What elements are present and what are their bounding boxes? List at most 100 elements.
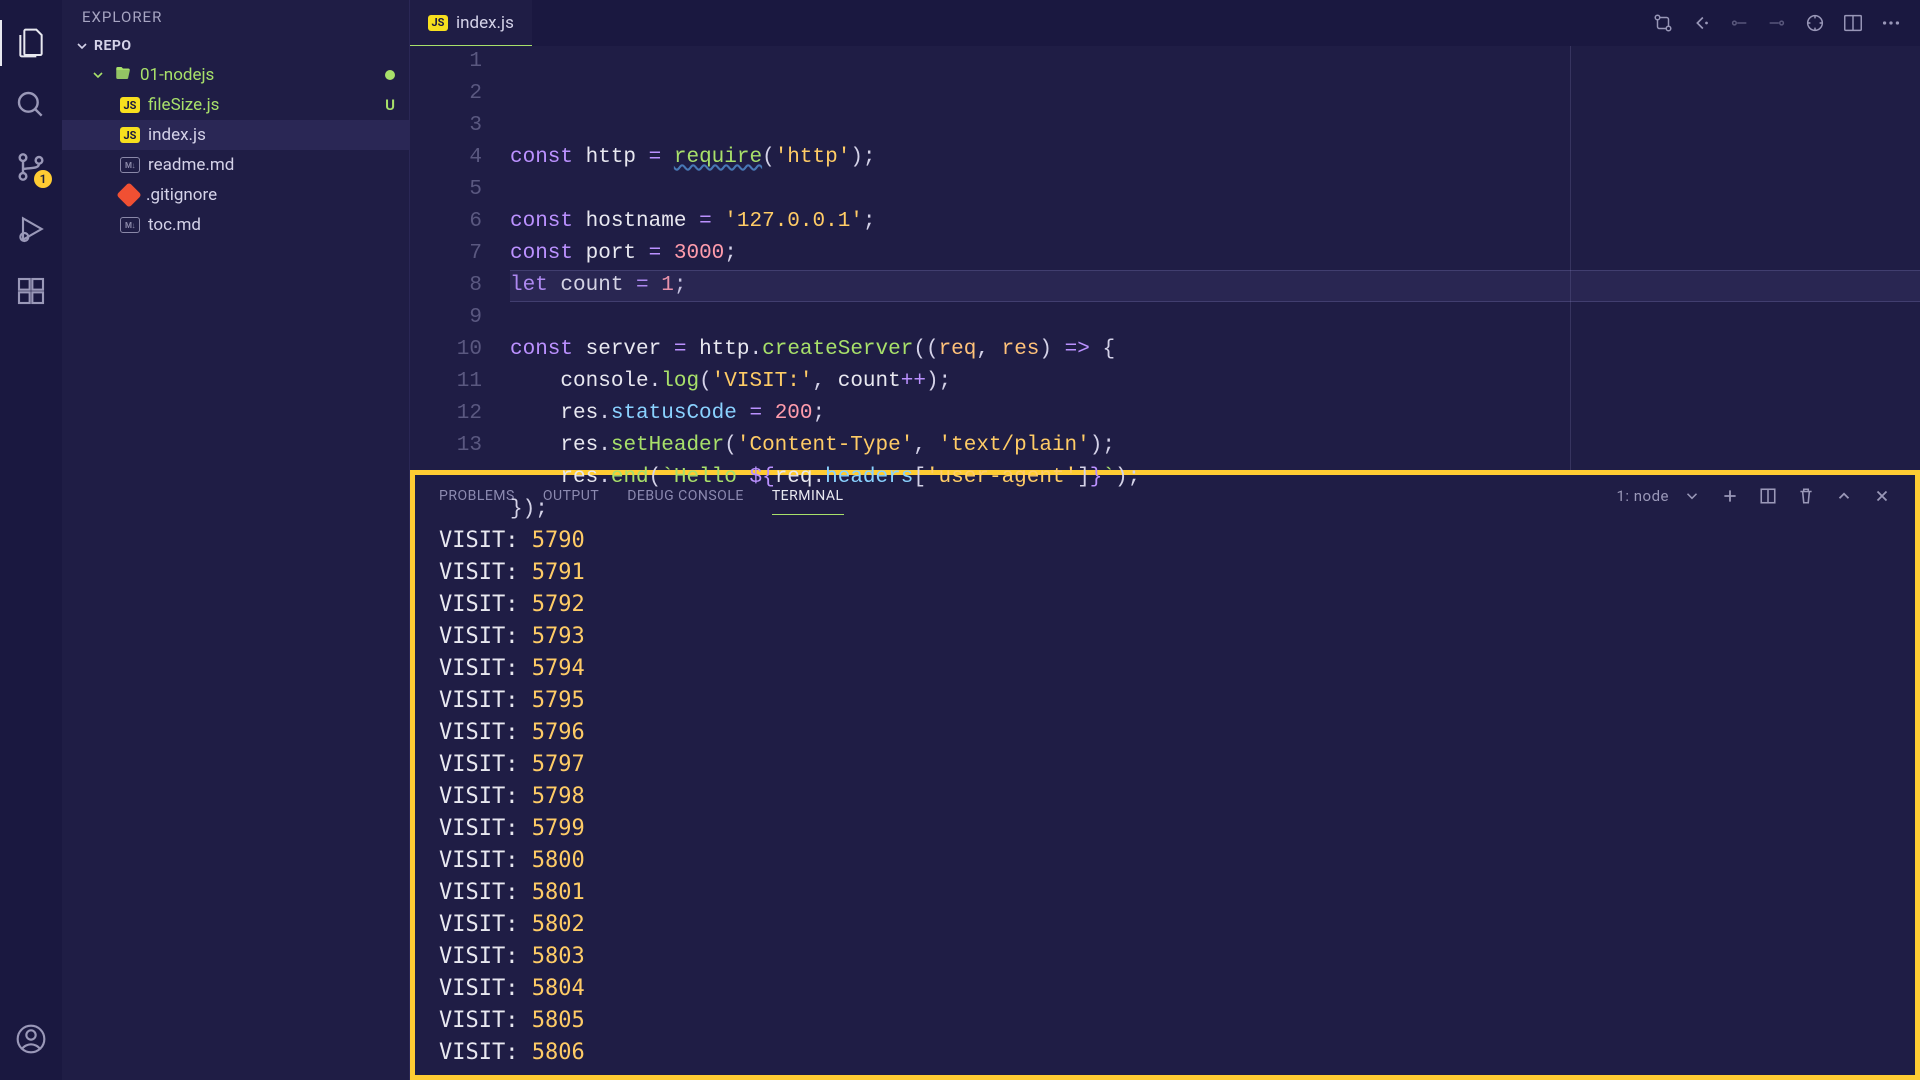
editor-tabs: JS index.js xyxy=(410,0,1920,46)
terminal-line: VISIT: 5800 xyxy=(439,845,1891,877)
line-number: 11 xyxy=(410,366,482,398)
modified-dot-icon xyxy=(385,70,395,80)
md-file-icon: M↓ xyxy=(120,157,140,173)
terminal-output[interactable]: VISIT: 5790VISIT: 5791VISIT: 5792VISIT: … xyxy=(415,517,1915,1075)
line-number: 7 xyxy=(410,238,482,270)
extensions-icon xyxy=(15,275,47,307)
terminal-line: VISIT: 5792 xyxy=(439,589,1891,621)
terminal-line: VISIT: 5805 xyxy=(439,1005,1891,1037)
activity-accounts[interactable] xyxy=(0,1008,62,1070)
scm-badge: 1 xyxy=(34,170,52,188)
activity-search[interactable] xyxy=(0,74,62,136)
line-number: 9 xyxy=(410,302,482,334)
go-back-icon[interactable] xyxy=(1690,12,1712,34)
line-number: 8 xyxy=(410,270,482,302)
terminal-line: VISIT: 5791 xyxy=(439,557,1891,589)
file-label: .gitignore xyxy=(146,185,217,205)
code-area[interactable]: const http = require('http'); const hostn… xyxy=(510,46,1920,470)
section-label: REPO xyxy=(94,38,132,54)
tab-label: index.js xyxy=(456,13,514,33)
line-number: 10 xyxy=(410,334,482,366)
terminal-line: VISIT: 5797 xyxy=(439,749,1891,781)
js-file-icon: JS xyxy=(120,97,140,113)
code-line[interactable]: res.statusCode = 200; xyxy=(510,398,1920,430)
code-line[interactable]: const http = require('http'); xyxy=(510,142,1920,174)
activity-run-debug[interactable] xyxy=(0,198,62,260)
activity-source-control[interactable]: 1 xyxy=(0,136,62,198)
line-number-gutter: 12345678910111213 xyxy=(410,46,510,470)
file-label: index.js xyxy=(148,125,206,145)
line-number: 6 xyxy=(410,206,482,238)
code-line[interactable]: res.end(`Hello ${req.headers['user-agent… xyxy=(510,462,1920,494)
js-file-icon: JS xyxy=(428,15,448,31)
code-line[interactable]: res.setHeader('Content-Type', 'text/plai… xyxy=(510,430,1920,462)
code-editor[interactable]: 12345678910111213 const http = require('… xyxy=(410,46,1920,470)
tree-file[interactable]: M↓ readme.md xyxy=(62,150,409,180)
activity-explorer[interactable] xyxy=(0,12,62,74)
search-icon xyxy=(15,89,47,121)
chevron-down-icon xyxy=(74,38,90,54)
split-editor-icon[interactable] xyxy=(1842,12,1864,34)
tree-file[interactable]: .gitignore xyxy=(62,180,409,210)
chevron-down-icon xyxy=(90,67,106,83)
code-line[interactable]: const server = http.createServer((req, r… xyxy=(510,334,1920,366)
code-line[interactable] xyxy=(510,302,1920,334)
terminal-line: VISIT: 5793 xyxy=(439,621,1891,653)
line-number: 3 xyxy=(410,110,482,142)
explorer-sidebar: EXPLORER REPO 01-nodejs JSfileSize.jsUJS… xyxy=(62,0,410,1080)
files-icon xyxy=(15,27,47,59)
editor-tab-indexjs[interactable]: JS index.js xyxy=(410,0,532,46)
run-below-icon[interactable] xyxy=(1766,12,1788,34)
file-label: fileSize.js xyxy=(148,95,219,115)
record-keys-icon[interactable] xyxy=(1804,12,1826,34)
activity-bar: 1 xyxy=(0,0,62,1080)
terminal-line: VISIT: 5806 xyxy=(439,1037,1891,1069)
code-line[interactable]: const port = 3000; xyxy=(510,238,1920,270)
terminal-line: VISIT: 5804 xyxy=(439,973,1891,1005)
terminal-line: VISIT: 5798 xyxy=(439,781,1891,813)
tree-file[interactable]: JS index.js xyxy=(62,120,409,150)
terminal-line: VISIT: 5795 xyxy=(439,685,1891,717)
account-icon xyxy=(15,1023,47,1055)
tree-file[interactable]: M↓ toc.md xyxy=(62,210,409,240)
git-file-icon xyxy=(116,182,141,207)
panel-tab-problems[interactable]: PROBLEMS xyxy=(439,478,515,515)
line-number: 2 xyxy=(410,78,482,110)
play-bug-icon xyxy=(15,213,47,245)
terminal-line: VISIT: 5799 xyxy=(439,813,1891,845)
js-file-icon: JS xyxy=(120,127,140,143)
current-line-highlight xyxy=(510,270,1920,302)
file-tree: 01-nodejs JS fileSize.js U JS index.js M↓ read… xyxy=(62,58,409,242)
bottom-panel: PROBLEMSOUTPUTDEBUG CONSOLETERMINAL 1: n… xyxy=(410,470,1920,1080)
compare-changes-icon[interactable] xyxy=(1652,12,1674,34)
line-number: 13 xyxy=(410,430,482,462)
md-file-icon: M↓ xyxy=(120,217,140,233)
line-number: 4 xyxy=(410,142,482,174)
terminal-line: VISIT: 5803 xyxy=(439,941,1891,973)
file-status-badge: U xyxy=(385,96,395,114)
activity-extensions[interactable] xyxy=(0,260,62,322)
terminal-line: VISIT: 5802 xyxy=(439,909,1891,941)
folder-label: 01-nodejs xyxy=(140,65,214,85)
line-number: 5 xyxy=(410,174,482,206)
code-line[interactable]: const hostname = '127.0.0.1'; xyxy=(510,206,1920,238)
sidebar-title: EXPLORER xyxy=(62,0,409,34)
tree-file[interactable]: JS fileSize.js U xyxy=(62,90,409,120)
code-line[interactable]: console.log('VISIT:', count++); xyxy=(510,366,1920,398)
editor-title-actions xyxy=(1652,0,1920,46)
file-label: readme.md xyxy=(148,155,234,175)
editor-group: JS index.js 12345678910111213 const http… xyxy=(410,0,1920,1080)
code-line[interactable]: }); xyxy=(510,494,1920,526)
section-header-repo[interactable]: REPO xyxy=(62,34,409,58)
code-line[interactable] xyxy=(510,526,1920,558)
tree-folder[interactable]: 01-nodejs xyxy=(62,60,409,90)
line-number: 12 xyxy=(410,398,482,430)
terminal-line: VISIT: 5801 xyxy=(439,877,1891,909)
code-line[interactable] xyxy=(510,174,1920,206)
terminal-line: VISIT: 5794 xyxy=(439,653,1891,685)
run-above-icon[interactable] xyxy=(1728,12,1750,34)
folder-open-icon xyxy=(114,64,132,87)
terminal-line: VISIT: 5796 xyxy=(439,717,1891,749)
file-label: toc.md xyxy=(148,215,201,235)
more-actions-icon[interactable] xyxy=(1880,12,1902,34)
